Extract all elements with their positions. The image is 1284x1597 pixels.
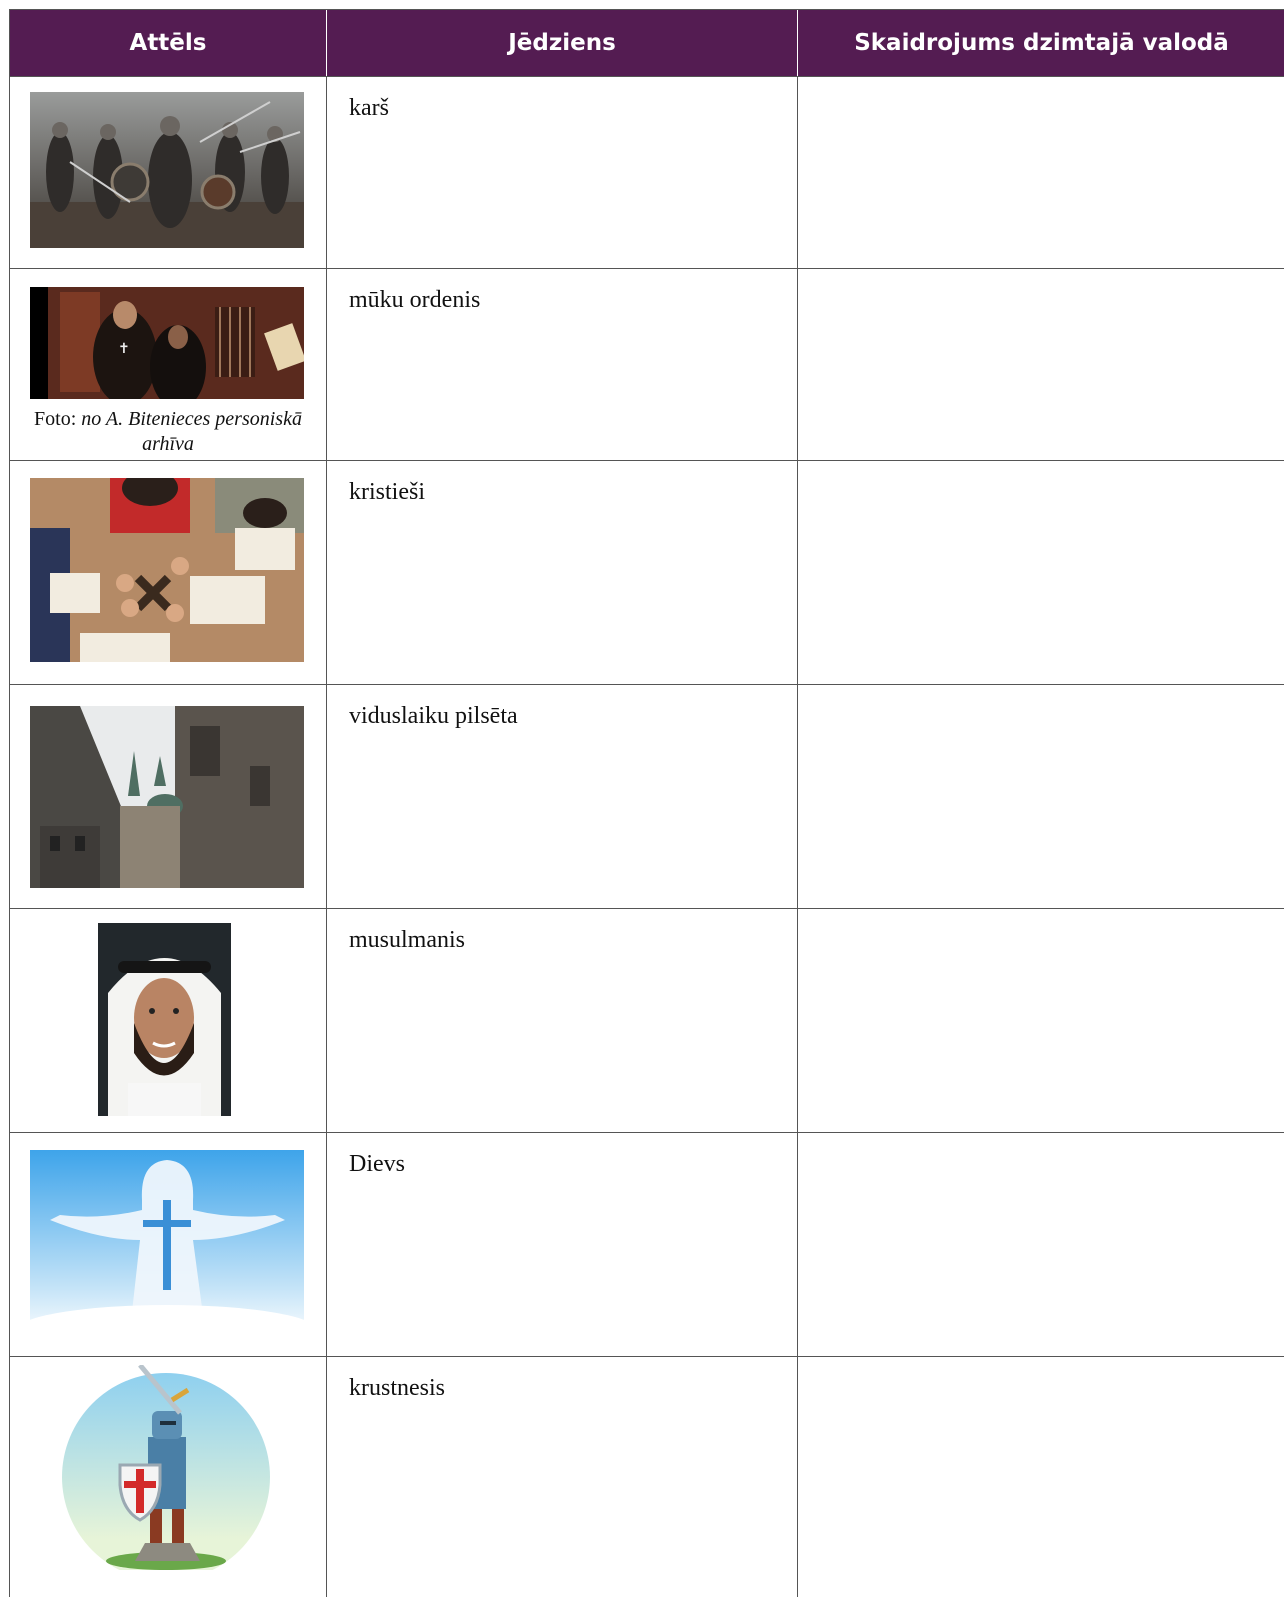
caption-source: no A. Bitenieces personiskā arhīva	[81, 408, 302, 455]
praying-hands-photo	[30, 478, 304, 662]
term-cell: Dievs	[327, 1133, 798, 1356]
header-image: Attēls	[10, 10, 327, 76]
term-cell: viduslaiku pilsēta	[327, 685, 798, 908]
table-row: karš	[10, 77, 1284, 269]
term-cell: musulmanis	[327, 909, 798, 1132]
monks-photo: ✝	[30, 287, 304, 399]
image-cell	[10, 461, 327, 684]
term-text: krustnesis	[349, 1375, 445, 1401]
table-row: musulmanis	[10, 909, 1284, 1133]
table-header: Attēls Jēdziens Skaidrojums dzimtajā val…	[10, 10, 1284, 77]
term-text: karš	[349, 95, 389, 121]
table-row: viduslaiku pilsēta	[10, 685, 1284, 909]
caption-prefix: Foto:	[34, 408, 77, 430]
term-cell: karš	[327, 77, 798, 268]
image-cell	[10, 685, 327, 908]
explanation-cell[interactable]	[798, 1357, 1284, 1597]
term-text: viduslaiku pilsēta	[349, 703, 518, 729]
image-cell	[10, 1133, 327, 1356]
term-cell: kristieši	[327, 461, 798, 684]
explanation-cell[interactable]	[798, 77, 1284, 268]
image-cell: ✝ Foto: no A. Bitenieces personiskā arhī…	[10, 269, 327, 460]
crusader-illustration	[60, 1365, 272, 1570]
explanation-cell[interactable]	[798, 685, 1284, 908]
svg-text:✝: ✝	[118, 341, 130, 357]
table-row: Dievs	[10, 1133, 1284, 1357]
photo-caption: Foto: no A. Bitenieces personiskā arhīva	[10, 407, 326, 457]
term-text: mūku ordenis	[349, 287, 481, 313]
vocabulary-table: Attēls Jēdziens Skaidrojums dzimtajā val…	[9, 9, 1284, 1597]
table-row: ✝ Foto: no A. Bitenieces personiskā arhī…	[10, 269, 1284, 461]
image-cell	[10, 1357, 327, 1597]
term-text: Dievs	[349, 1151, 405, 1177]
term-text: musulmanis	[349, 927, 466, 953]
explanation-cell[interactable]	[798, 909, 1284, 1132]
table-row: krustnesis	[10, 1357, 1284, 1597]
explanation-cell[interactable]	[798, 461, 1284, 684]
header-term: Jēdziens	[327, 10, 798, 76]
explanation-cell[interactable]	[798, 269, 1284, 460]
medieval-city-photo	[30, 706, 304, 888]
header-explanation: Skaidrojums dzimtajā valodā	[854, 30, 1229, 56]
image-cell	[10, 909, 327, 1132]
explanation-cell[interactable]	[798, 1133, 1284, 1356]
image-cell	[10, 77, 327, 268]
table-row: kristieši	[10, 461, 1284, 685]
god-illustration	[30, 1150, 304, 1340]
term-cell: mūku ordenis	[327, 269, 798, 460]
term-text: kristieši	[349, 479, 425, 505]
battle-photo	[30, 92, 304, 248]
muslim-man-photo	[98, 923, 231, 1116]
term-cell: krustnesis	[327, 1357, 798, 1597]
